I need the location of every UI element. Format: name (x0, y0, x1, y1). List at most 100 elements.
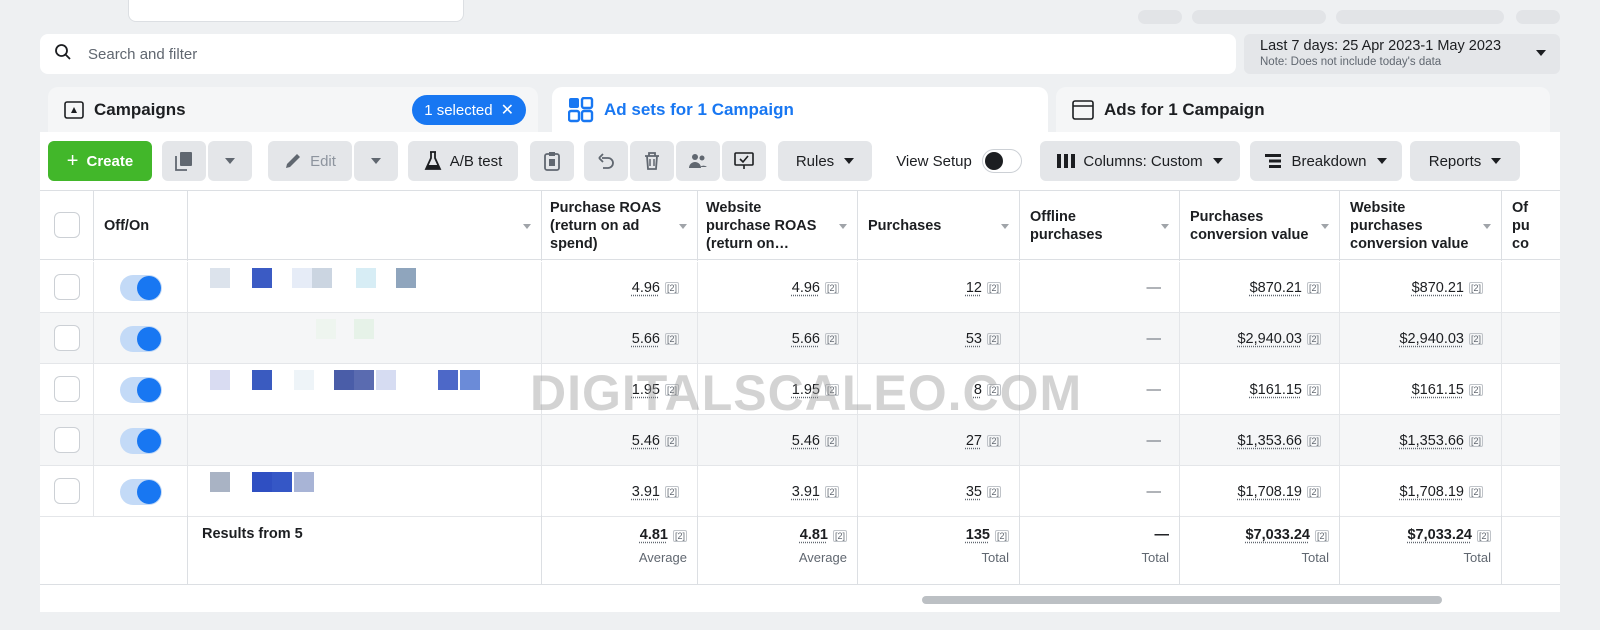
metric-value[interactable]: 5.46 (632, 433, 660, 449)
tab-campaigns[interactable]: Campaigns 1 selected ✕ (48, 87, 538, 133)
duplicate-dropdown-button[interactable] (208, 141, 252, 181)
metric-value[interactable]: 4.96 (632, 280, 660, 296)
ad-set-on-toggle[interactable] (120, 275, 162, 301)
rules-button[interactable]: Rules (778, 141, 872, 181)
table-row[interactable]: 5.46 [2] 5.46 [2] 27 [2] — $1,353.66 [2] $1,353.6… (40, 415, 1560, 466)
duplicate-button[interactable] (162, 141, 206, 181)
footnote-marker[interactable]: [2] (664, 485, 679, 498)
header-cut-off[interactable]: Of pu co (1502, 191, 1560, 261)
ab-test-button[interactable]: A/B test (408, 141, 518, 181)
row-checkbox[interactable] (54, 478, 80, 504)
footnote-marker[interactable]: [2] (1468, 434, 1483, 447)
view-setup-switch[interactable] (981, 149, 1022, 173)
header-offline-purchases[interactable]: Offline purchases (1020, 191, 1180, 261)
metric-value[interactable]: 27 (966, 433, 982, 449)
ad-set-on-toggle[interactable] (120, 428, 162, 454)
columns-button[interactable]: Columns: Custom (1040, 141, 1240, 181)
footnote-marker[interactable]: [2] (664, 434, 679, 447)
metric-value[interactable]: $870.21 (1250, 280, 1302, 296)
edit-dropdown-button[interactable] (354, 141, 398, 181)
footnote-marker[interactable]: [2] (1306, 332, 1321, 345)
ad-set-name-cell[interactable] (188, 364, 542, 415)
metric-value[interactable]: 4.96 (792, 280, 820, 296)
metric-value[interactable]: $1,708.19 (1399, 484, 1464, 500)
horizontal-scrollbar[interactable] (922, 596, 1442, 604)
row-checkbox[interactable] (54, 376, 80, 402)
breakdown-button[interactable]: Breakdown (1250, 141, 1402, 181)
metric-value[interactable]: $1,353.66 (1399, 433, 1464, 449)
header-website-purchases-conversion-value[interactable]: Website purchases conversion value (1340, 191, 1502, 261)
footnote-marker[interactable]: [2] (664, 332, 679, 345)
footnote-marker[interactable]: [2] (1468, 332, 1483, 345)
tab-ad-sets[interactable]: Ad sets for 1 Campaign (552, 87, 1048, 133)
footnote-marker[interactable]: [2] (824, 281, 839, 294)
sort-icon[interactable] (1321, 224, 1329, 229)
edit-button[interactable]: Edit (268, 141, 352, 181)
ad-set-name-cell[interactable] (188, 415, 542, 466)
metric-value[interactable]: $161.15 (1412, 382, 1464, 398)
metric-value[interactable]: 5.46 (792, 433, 820, 449)
reports-button[interactable]: Reports (1410, 141, 1520, 181)
footnote-marker[interactable]: [2] (1468, 281, 1483, 294)
clipboard-button[interactable] (530, 141, 574, 181)
metric-value[interactable]: $870.21 (1412, 280, 1464, 296)
ad-set-on-toggle[interactable] (120, 326, 162, 352)
footnote-marker[interactable]: [2] (986, 332, 1001, 345)
metric-value[interactable]: $1,708.19 (1237, 484, 1302, 500)
sort-icon[interactable] (839, 224, 847, 229)
footnote-marker[interactable]: [2] (1468, 485, 1483, 498)
ad-set-name-cell[interactable] (188, 262, 542, 313)
metric-value[interactable]: 3.91 (792, 484, 820, 500)
footnote-marker[interactable]: [2] (986, 434, 1001, 447)
sort-icon[interactable] (523, 224, 531, 229)
footnote-marker[interactable]: [2] (824, 485, 839, 498)
footnote-marker[interactable]: [2] (1306, 485, 1321, 498)
search-input[interactable] (88, 45, 988, 63)
metric-value[interactable]: $2,940.03 (1237, 331, 1302, 347)
footnote-marker[interactable]: [2] (1306, 281, 1321, 294)
delete-button[interactable] (630, 141, 674, 181)
ad-set-name-cell[interactable] (188, 466, 542, 517)
row-checkbox[interactable] (54, 274, 80, 300)
ad-set-on-toggle[interactable] (120, 377, 162, 403)
clear-selection-icon[interactable]: ✕ (501, 100, 514, 120)
preview-button[interactable] (722, 141, 766, 181)
footnote-marker[interactable]: [2] (1306, 434, 1321, 447)
ad-set-on-toggle[interactable] (120, 479, 162, 505)
create-button[interactable]: + Create (48, 141, 152, 181)
header-website-purchase-roas[interactable]: Website purchase ROAS (return on… (698, 191, 858, 261)
view-setup-toggle[interactable]: View Setup (886, 141, 1032, 181)
ad-set-name-cell[interactable] (188, 313, 542, 364)
metric-value[interactable]: $2,940.03 (1399, 331, 1464, 347)
header-purchases[interactable]: Purchases (858, 191, 1020, 261)
header-ad-set-name[interactable] (188, 191, 542, 261)
footnote-marker[interactable]: [2] (824, 332, 839, 345)
header-purchases-conversion-value[interactable]: Purchases conversion value (1180, 191, 1340, 261)
metric-value[interactable]: 12 (966, 280, 982, 296)
select-all-checkbox[interactable] (54, 212, 80, 238)
audience-button[interactable] (676, 141, 720, 181)
table-row[interactable]: 3.91 [2] 3.91 [2] 35 [2] — $1,708.19 [2] $1,708.1… (40, 466, 1560, 517)
footnote-marker[interactable]: [2] (1468, 383, 1483, 396)
footnote-marker[interactable]: [2] (664, 281, 679, 294)
sort-icon[interactable] (1483, 224, 1491, 229)
metric-value[interactable]: 3.91 (632, 484, 660, 500)
metric-value[interactable]: 35 (966, 484, 982, 500)
table-row[interactable]: 4.96 [2] 4.96 [2] 12 [2] — $870.21 [2] $870.21 [2] (40, 262, 1560, 313)
metric-value[interactable]: $161.15 (1250, 382, 1302, 398)
search-bar[interactable] (40, 34, 1236, 74)
tab-ads[interactable]: Ads for 1 Campaign (1056, 87, 1550, 133)
footnote-marker[interactable]: [2] (986, 281, 1001, 294)
footnote-marker[interactable]: [2] (1306, 383, 1321, 396)
sort-icon[interactable] (1161, 224, 1169, 229)
sort-icon[interactable] (1001, 224, 1009, 229)
row-checkbox[interactable] (54, 325, 80, 351)
footnote-marker[interactable]: [2] (824, 434, 839, 447)
metric-value[interactable]: 5.66 (792, 331, 820, 347)
undo-button[interactable] (584, 141, 628, 181)
date-range-picker[interactable]: Last 7 days: 25 Apr 2023-1 May 2023 Note… (1244, 34, 1560, 74)
sort-icon[interactable] (679, 224, 687, 229)
header-purchase-roas[interactable]: Purchase ROAS (return on ad spend) (542, 191, 698, 261)
table-row[interactable]: 5.66 [2] 5.66 [2] 53 [2] — $2,940.03 [2] $2,940.0… (40, 313, 1560, 364)
footnote-marker[interactable]: [2] (986, 485, 1001, 498)
